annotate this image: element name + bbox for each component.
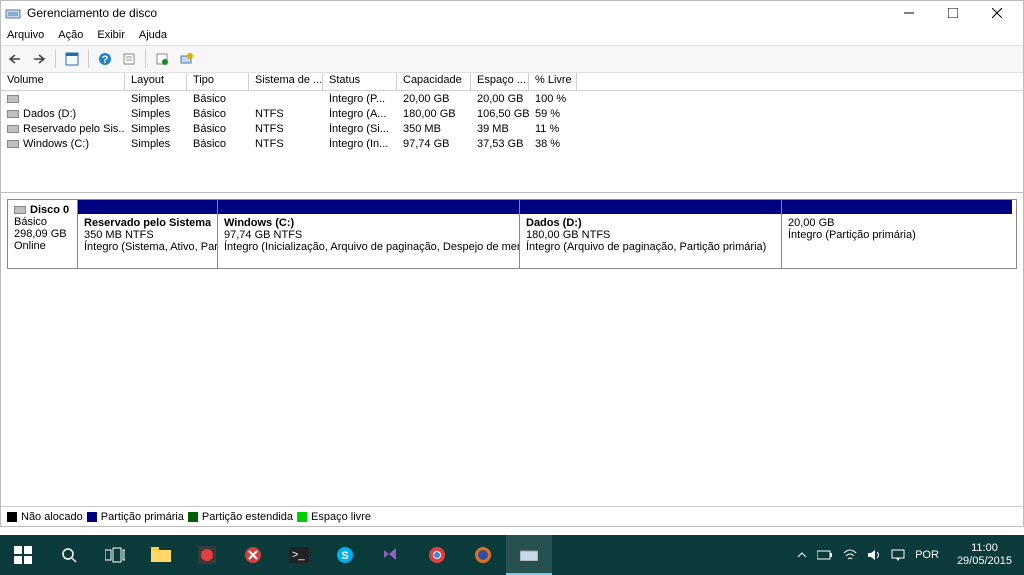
menubar: Arquivo Ação Exibir Ajuda	[1, 25, 1023, 45]
menu-arquivo[interactable]: Arquivo	[7, 29, 44, 41]
app-icon	[5, 5, 21, 21]
refresh-button[interactable]	[152, 49, 172, 69]
maximize-button[interactable]	[931, 2, 975, 24]
col-livre[interactable]: % Livre	[529, 73, 577, 90]
volume-list-header: Volume Layout Tipo Sistema de ... Status…	[1, 73, 1023, 91]
window-title: Gerenciamento de disco	[27, 6, 887, 20]
tray-lang[interactable]: POR	[915, 549, 939, 561]
search-button[interactable]	[46, 535, 92, 575]
tb-app2[interactable]	[230, 535, 276, 575]
svg-text:>_: >_	[292, 549, 305, 561]
col-sistema[interactable]: Sistema de ...	[249, 73, 323, 90]
col-tipo[interactable]: Tipo	[187, 73, 249, 90]
disk-icon	[14, 206, 26, 214]
view-button[interactable]	[62, 49, 82, 69]
svg-text:?: ?	[102, 54, 109, 66]
tray-clock[interactable]: 11:00 29/05/2015	[949, 542, 1020, 568]
legend-free: Espaço livre	[311, 511, 371, 523]
legend-ext: Partição estendida	[202, 511, 293, 523]
start-button[interactable]	[0, 535, 46, 575]
minimize-button[interactable]	[887, 2, 931, 24]
disk-state: Online	[14, 240, 46, 252]
tb-vs[interactable]	[368, 535, 414, 575]
settings-button[interactable]	[176, 49, 196, 69]
col-capacidade[interactable]: Capacidade	[397, 73, 471, 90]
col-status[interactable]: Status	[323, 73, 397, 90]
taskbar: >_ S POR 11:00 29/05/2015	[0, 535, 1024, 575]
menu-exibir[interactable]: Exibir	[97, 29, 125, 41]
disk-map-pane: Disco 0 Básico 298,09 GB Online Reservad…	[1, 193, 1023, 275]
partition[interactable]: 20,00 GBÍntegro (Partição primária)	[782, 200, 1012, 268]
volume-row[interactable]: SimplesBásicoÍntegro (P...20,00 GB20,00 …	[1, 91, 1023, 106]
tray-date: 29/05/2015	[957, 555, 1012, 568]
tray-battery-icon[interactable]	[817, 550, 833, 560]
disk-size: 298,09 GB	[14, 228, 67, 240]
legend: Não alocado Partição primária Partição e…	[1, 506, 1023, 526]
partition[interactable]: Windows (C:)97,74 GB NTFSÍntegro (Inicia…	[218, 200, 520, 268]
back-button[interactable]	[5, 49, 25, 69]
tb-firefox[interactable]	[460, 535, 506, 575]
legend-unalloc-swatch	[7, 512, 17, 522]
tb-explorer[interactable]	[138, 535, 184, 575]
tray-action-icon[interactable]	[891, 549, 905, 561]
close-button[interactable]	[975, 2, 1019, 24]
partition[interactable]: Dados (D:)180,00 GB NTFSÍntegro (Arquivo…	[520, 200, 782, 268]
disk-type: Básico	[14, 216, 47, 228]
legend-primary-swatch	[87, 512, 97, 522]
partition[interactable]: Reservado pelo Sistema350 MB NTFSÍntegro…	[78, 200, 218, 268]
legend-unalloc: Não alocado	[21, 511, 83, 523]
col-layout[interactable]: Layout	[125, 73, 187, 90]
volume-row[interactable]: Reservado pelo Sis...SimplesBásicoNTFSÍn…	[1, 121, 1023, 136]
tb-skype[interactable]: S	[322, 535, 368, 575]
col-espaco[interactable]: Espaço ...	[471, 73, 529, 90]
tb-terminal[interactable]: >_	[276, 535, 322, 575]
disk-label: Disco 0	[30, 204, 69, 216]
toolbar: ?	[1, 45, 1023, 73]
forward-button[interactable]	[29, 49, 49, 69]
tb-chrome[interactable]	[414, 535, 460, 575]
menu-ajuda[interactable]: Ajuda	[139, 29, 167, 41]
svg-text:S: S	[341, 550, 348, 562]
tray-up-icon[interactable]	[797, 550, 807, 560]
tray-volume-icon[interactable]	[867, 549, 881, 561]
tray-time: 11:00	[957, 542, 1012, 555]
volume-row[interactable]: Windows (C:)SimplesBásicoNTFSÍntegro (In…	[1, 136, 1023, 151]
disk-info[interactable]: Disco 0 Básico 298,09 GB Online	[8, 200, 78, 268]
legend-ext-swatch	[188, 512, 198, 522]
col-volume[interactable]: Volume	[1, 73, 125, 90]
volume-list-pane: Volume Layout Tipo Sistema de ... Status…	[1, 73, 1023, 193]
taskview-button[interactable]	[92, 535, 138, 575]
tb-diskmgmt[interactable]	[506, 535, 552, 575]
menu-acao[interactable]: Ação	[58, 29, 83, 41]
tb-app1[interactable]	[184, 535, 230, 575]
legend-free-swatch	[297, 512, 307, 522]
legend-primary: Partição primária	[101, 511, 184, 523]
volume-row[interactable]: Dados (D:)SimplesBásicoNTFSÍntegro (A...…	[1, 106, 1023, 121]
tray-wifi-icon[interactable]	[843, 549, 857, 561]
properties-button[interactable]	[119, 49, 139, 69]
help-button[interactable]: ?	[95, 49, 115, 69]
